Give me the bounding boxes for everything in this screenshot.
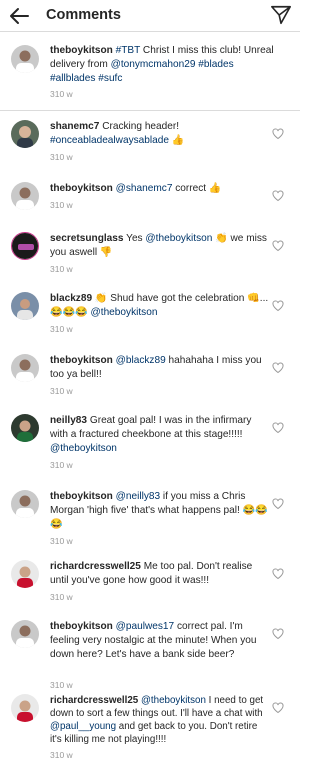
heart-outline-icon[interactable] <box>272 422 284 434</box>
comment-text: blackz89 👏 Shud have got the celebration… <box>50 292 270 320</box>
comment-row: theboykitson @shanemc7 correct 👍 310 w <box>0 176 300 230</box>
comment-username[interactable]: theboykitson <box>50 621 113 632</box>
comment-timestamp: 310 w <box>50 536 73 546</box>
comment-text: theboykitson @paulwes17 correct pal. I'm… <box>50 620 270 662</box>
comment-username[interactable]: blackz89 <box>50 293 92 304</box>
mention-link[interactable]: @theboykitson <box>50 443 117 454</box>
comment-row: theboykitson @blackz89 hahahaha I miss y… <box>0 348 300 404</box>
heart-outline-icon[interactable] <box>272 240 284 252</box>
comment-timestamp: 310 w <box>50 152 73 162</box>
avatar[interactable] <box>11 182 39 210</box>
comment-text: neilly83 Great goal pal! I was in the in… <box>50 414 270 456</box>
comment-row: neilly83 Great goal pal! I was in the in… <box>0 408 300 480</box>
comment-username[interactable]: secretsunglass <box>50 233 124 244</box>
heart-outline-icon[interactable] <box>272 128 284 140</box>
mention-link[interactable]: @tonymcmahon29 <box>111 59 196 70</box>
comment-username[interactable]: theboykitson <box>50 183 113 194</box>
comment-username[interactable]: neilly83 <box>50 415 87 426</box>
heart-outline-icon[interactable] <box>272 568 284 580</box>
comment-timestamp: 310 w <box>50 386 73 396</box>
hashtag-link[interactable]: #blades <box>198 59 233 70</box>
comment-timestamp: 310 w <box>50 592 73 602</box>
comment-row: secretsunglass Yes @theboykitson 👏 we mi… <box>0 226 300 284</box>
hashtag-link[interactable]: #sufc <box>98 73 122 84</box>
comment-timestamp: 310 w <box>50 200 73 210</box>
heart-outline-icon[interactable] <box>272 498 284 510</box>
avatar[interactable] <box>11 292 39 320</box>
avatar[interactable] <box>11 232 39 260</box>
comment-text: theboykitson @neilly83 if you miss a Chr… <box>50 490 270 532</box>
avatar[interactable] <box>11 620 39 648</box>
comment-text: theboykitson @shanemc7 correct 👍 <box>50 182 270 196</box>
mention-link[interactable]: @theboykitson <box>145 233 212 244</box>
comment-row: theboykitson @paulwes17 correct pal. I'm… <box>0 614 300 690</box>
comment-text: richardcresswell25 Me too pal. Don't rea… <box>50 560 270 588</box>
comment-row: richardcresswell25 @theboykitson I need … <box>0 688 300 766</box>
top-bar: Comments <box>0 0 300 32</box>
comment-username[interactable]: richardcresswell25 <box>50 561 141 572</box>
comment-text: secretsunglass Yes @theboykitson 👏 we mi… <box>50 232 270 260</box>
hashtag-link[interactable]: #TBT <box>116 45 141 56</box>
comment-timestamp: 310 w <box>50 264 73 274</box>
avatar[interactable] <box>11 490 39 518</box>
mention-link[interactable]: @blackz89 <box>116 355 166 366</box>
comment-text: shanemc7 Cracking header! #onceabladealw… <box>50 120 270 148</box>
comment-row: richardcresswell25 Me too pal. Don't rea… <box>0 554 300 612</box>
heart-outline-icon[interactable] <box>272 362 284 374</box>
page-title: Comments <box>46 7 121 23</box>
caption-text: theboykitson #TBT Christ I miss this clu… <box>50 44 275 86</box>
comment-username[interactable]: richardcresswell25 <box>50 695 138 706</box>
comment-row: shanemc7 Cracking header! #onceabladealw… <box>0 114 300 170</box>
comment-text-segment: correct 👍 <box>172 183 222 194</box>
comment-username[interactable]: shanemc7 <box>50 121 99 132</box>
comment-text-segment: 👍 <box>168 135 185 146</box>
heart-outline-icon[interactable] <box>272 628 284 640</box>
mention-link[interactable]: @shanemc7 <box>116 183 173 194</box>
avatar[interactable] <box>11 120 39 148</box>
post-caption: theboykitson #TBT Christ I miss this clu… <box>0 33 300 111</box>
comment-row: blackz89 👏 Shud have got the celebration… <box>0 286 300 344</box>
hashtag-link[interactable]: #onceabladealwaysablade <box>50 135 169 146</box>
comment-body: @shanemc7 correct 👍 <box>116 183 222 194</box>
comment-text-segment: Yes <box>126 233 146 244</box>
direct-send-icon[interactable] <box>270 4 292 26</box>
heart-outline-icon[interactable] <box>272 702 284 714</box>
avatar[interactable] <box>11 354 39 382</box>
avatar[interactable] <box>11 694 39 722</box>
comment-row: theboykitson @neilly83 if you miss a Chr… <box>0 484 300 546</box>
heart-outline-icon[interactable] <box>272 190 284 202</box>
heart-outline-icon[interactable] <box>272 300 284 312</box>
comment-timestamp: 310 w <box>50 324 73 334</box>
comment-username[interactable]: theboykitson <box>50 491 113 502</box>
avatar[interactable] <box>11 560 39 588</box>
comment-timestamp: 310 w <box>50 750 73 760</box>
hashtag-link[interactable]: #allblades <box>50 73 95 84</box>
mention-link[interactable]: @paul__young <box>50 721 116 732</box>
caption-username[interactable]: theboykitson <box>50 45 113 56</box>
mention-link[interactable]: @paulwes17 <box>116 621 175 632</box>
mention-link[interactable]: @theboykitson <box>141 695 206 706</box>
back-arrow-icon[interactable] <box>8 4 32 28</box>
avatar[interactable] <box>11 45 39 73</box>
mention-link[interactable]: @theboykitson <box>91 307 158 318</box>
comment-text: richardcresswell25 @theboykitson I need … <box>50 694 270 746</box>
caption-timestamp: 310 w <box>50 89 73 99</box>
comment-text-segment: Cracking header! <box>102 121 180 132</box>
comment-username[interactable]: theboykitson <box>50 355 113 366</box>
mention-link[interactable]: @neilly83 <box>116 491 160 502</box>
comment-text: theboykitson @blackz89 hahahaha I miss y… <box>50 354 270 382</box>
avatar[interactable] <box>11 414 39 442</box>
comment-timestamp: 310 w <box>50 460 73 470</box>
